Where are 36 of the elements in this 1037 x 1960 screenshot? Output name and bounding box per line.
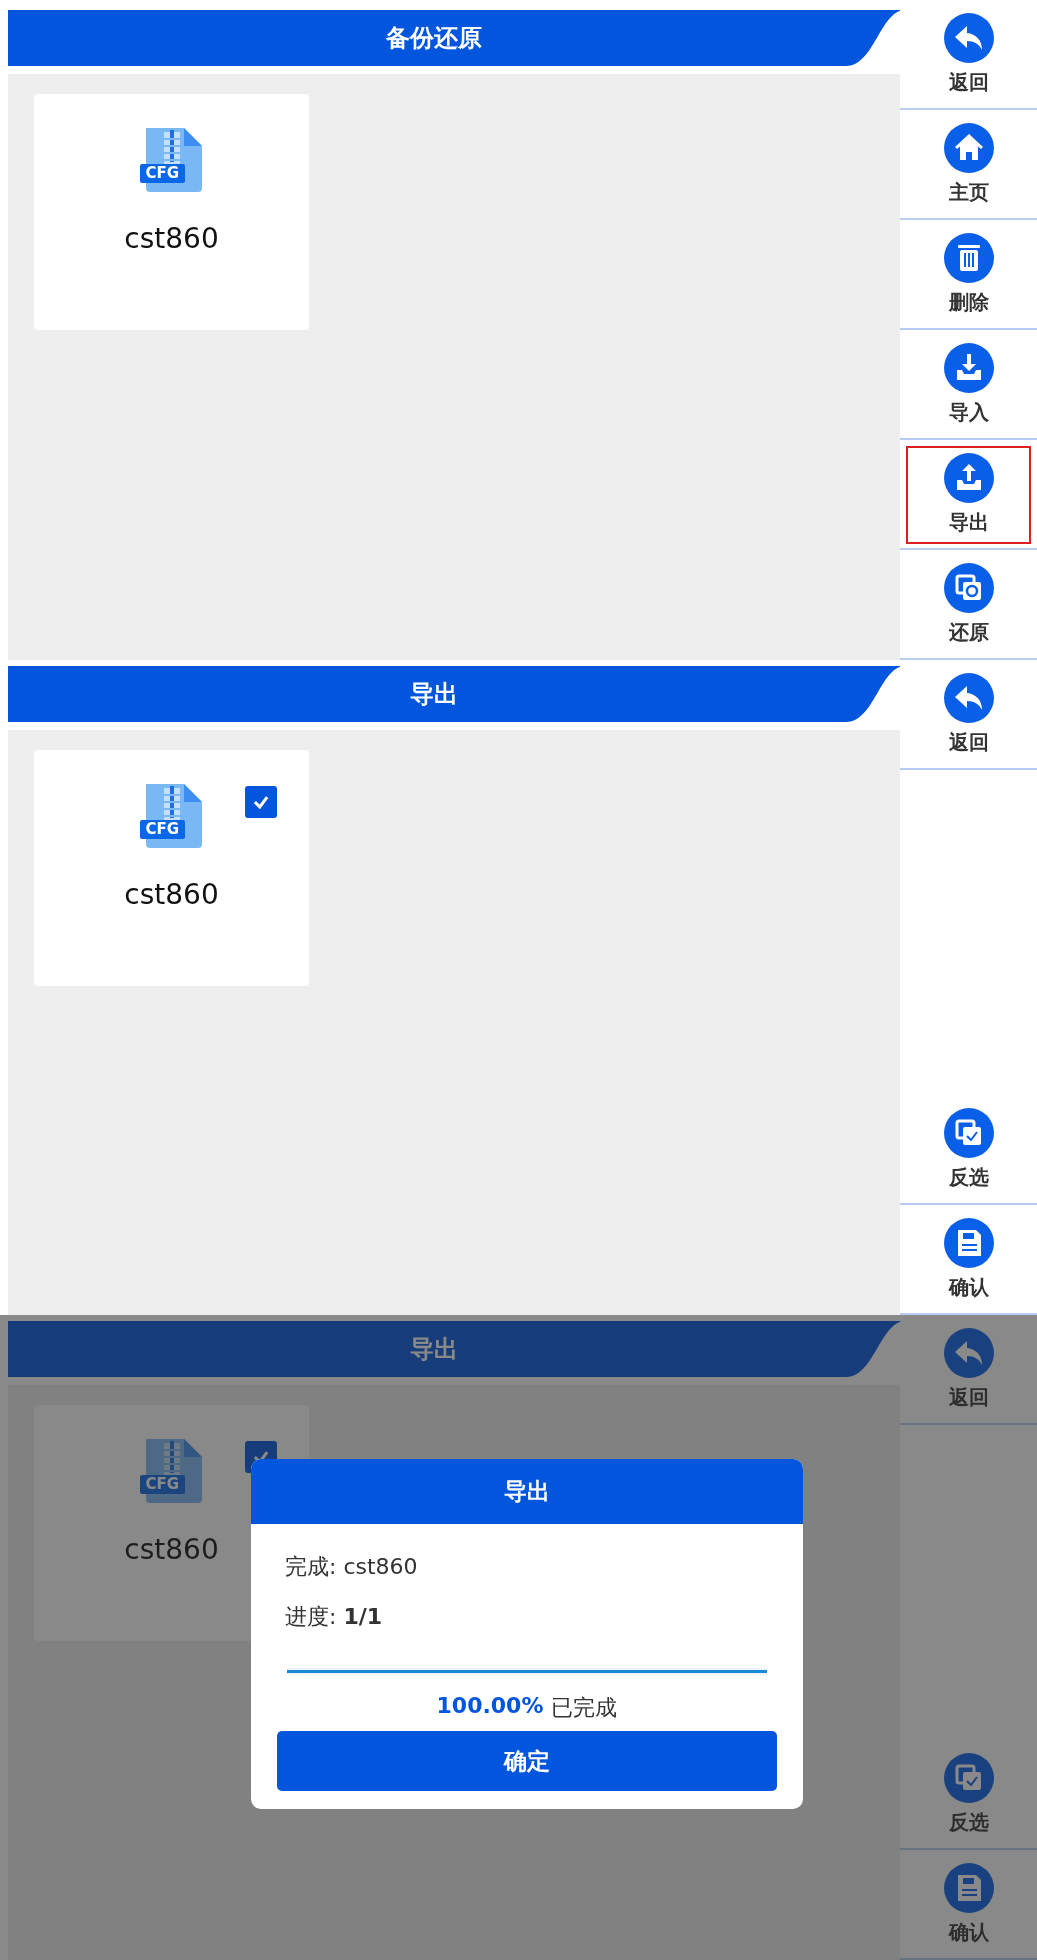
- file-type-label: CFG: [139, 164, 186, 183]
- sidebar-button[interactable]: 返回: [900, 660, 1037, 770]
- save-icon: [943, 1862, 994, 1913]
- invert-selection-icon: [943, 1752, 994, 1803]
- file-name: cst860: [124, 1533, 219, 1566]
- header-title: 备份还原: [386, 23, 482, 54]
- sidebar-button[interactable]: 反选: [900, 1740, 1037, 1850]
- trash-icon: [943, 232, 994, 283]
- file-name: cst860: [124, 878, 219, 911]
- progress-percent: 100.00%: [436, 1693, 544, 1720]
- file-type-label: CFG: [139, 820, 186, 839]
- header-title: 导出: [410, 1334, 458, 1365]
- import-tray-icon: [943, 342, 994, 393]
- checkbox[interactable]: [245, 786, 277, 818]
- sidebar-button[interactable]: 确认: [900, 1850, 1037, 1960]
- sidebar-button[interactable]: 返回: [900, 0, 1037, 110]
- file-name: cst860: [124, 222, 219, 255]
- sidebar-button[interactable]: 返回: [900, 1315, 1037, 1425]
- save-icon: [943, 1217, 994, 1268]
- home-icon: [943, 122, 994, 173]
- checkmark-icon: [253, 795, 269, 809]
- export-tray-icon: [943, 452, 994, 503]
- sidebar-button[interactable]: 导入: [900, 330, 1037, 440]
- file-type-label: CFG: [139, 1475, 186, 1494]
- header-title: 导出: [410, 679, 458, 710]
- sidebar-button[interactable]: 反选: [900, 1095, 1037, 1205]
- progress-status: 已完成: [551, 1694, 618, 1722]
- invert-selection-icon: [943, 1107, 994, 1158]
- confirm-button[interactable]: 确定: [277, 1731, 777, 1791]
- sidebar-button[interactable]: 导出: [900, 440, 1037, 550]
- restore-icon: [943, 562, 994, 613]
- sidebar-button[interactable]: 主页: [900, 110, 1037, 220]
- sidebar-button[interactable]: 删除: [900, 220, 1037, 330]
- file-card[interactable]: CFG cst860: [34, 94, 309, 330]
- dialog-title: 导出: [251, 1459, 803, 1524]
- file-card[interactable]: CFG cst860: [34, 750, 309, 986]
